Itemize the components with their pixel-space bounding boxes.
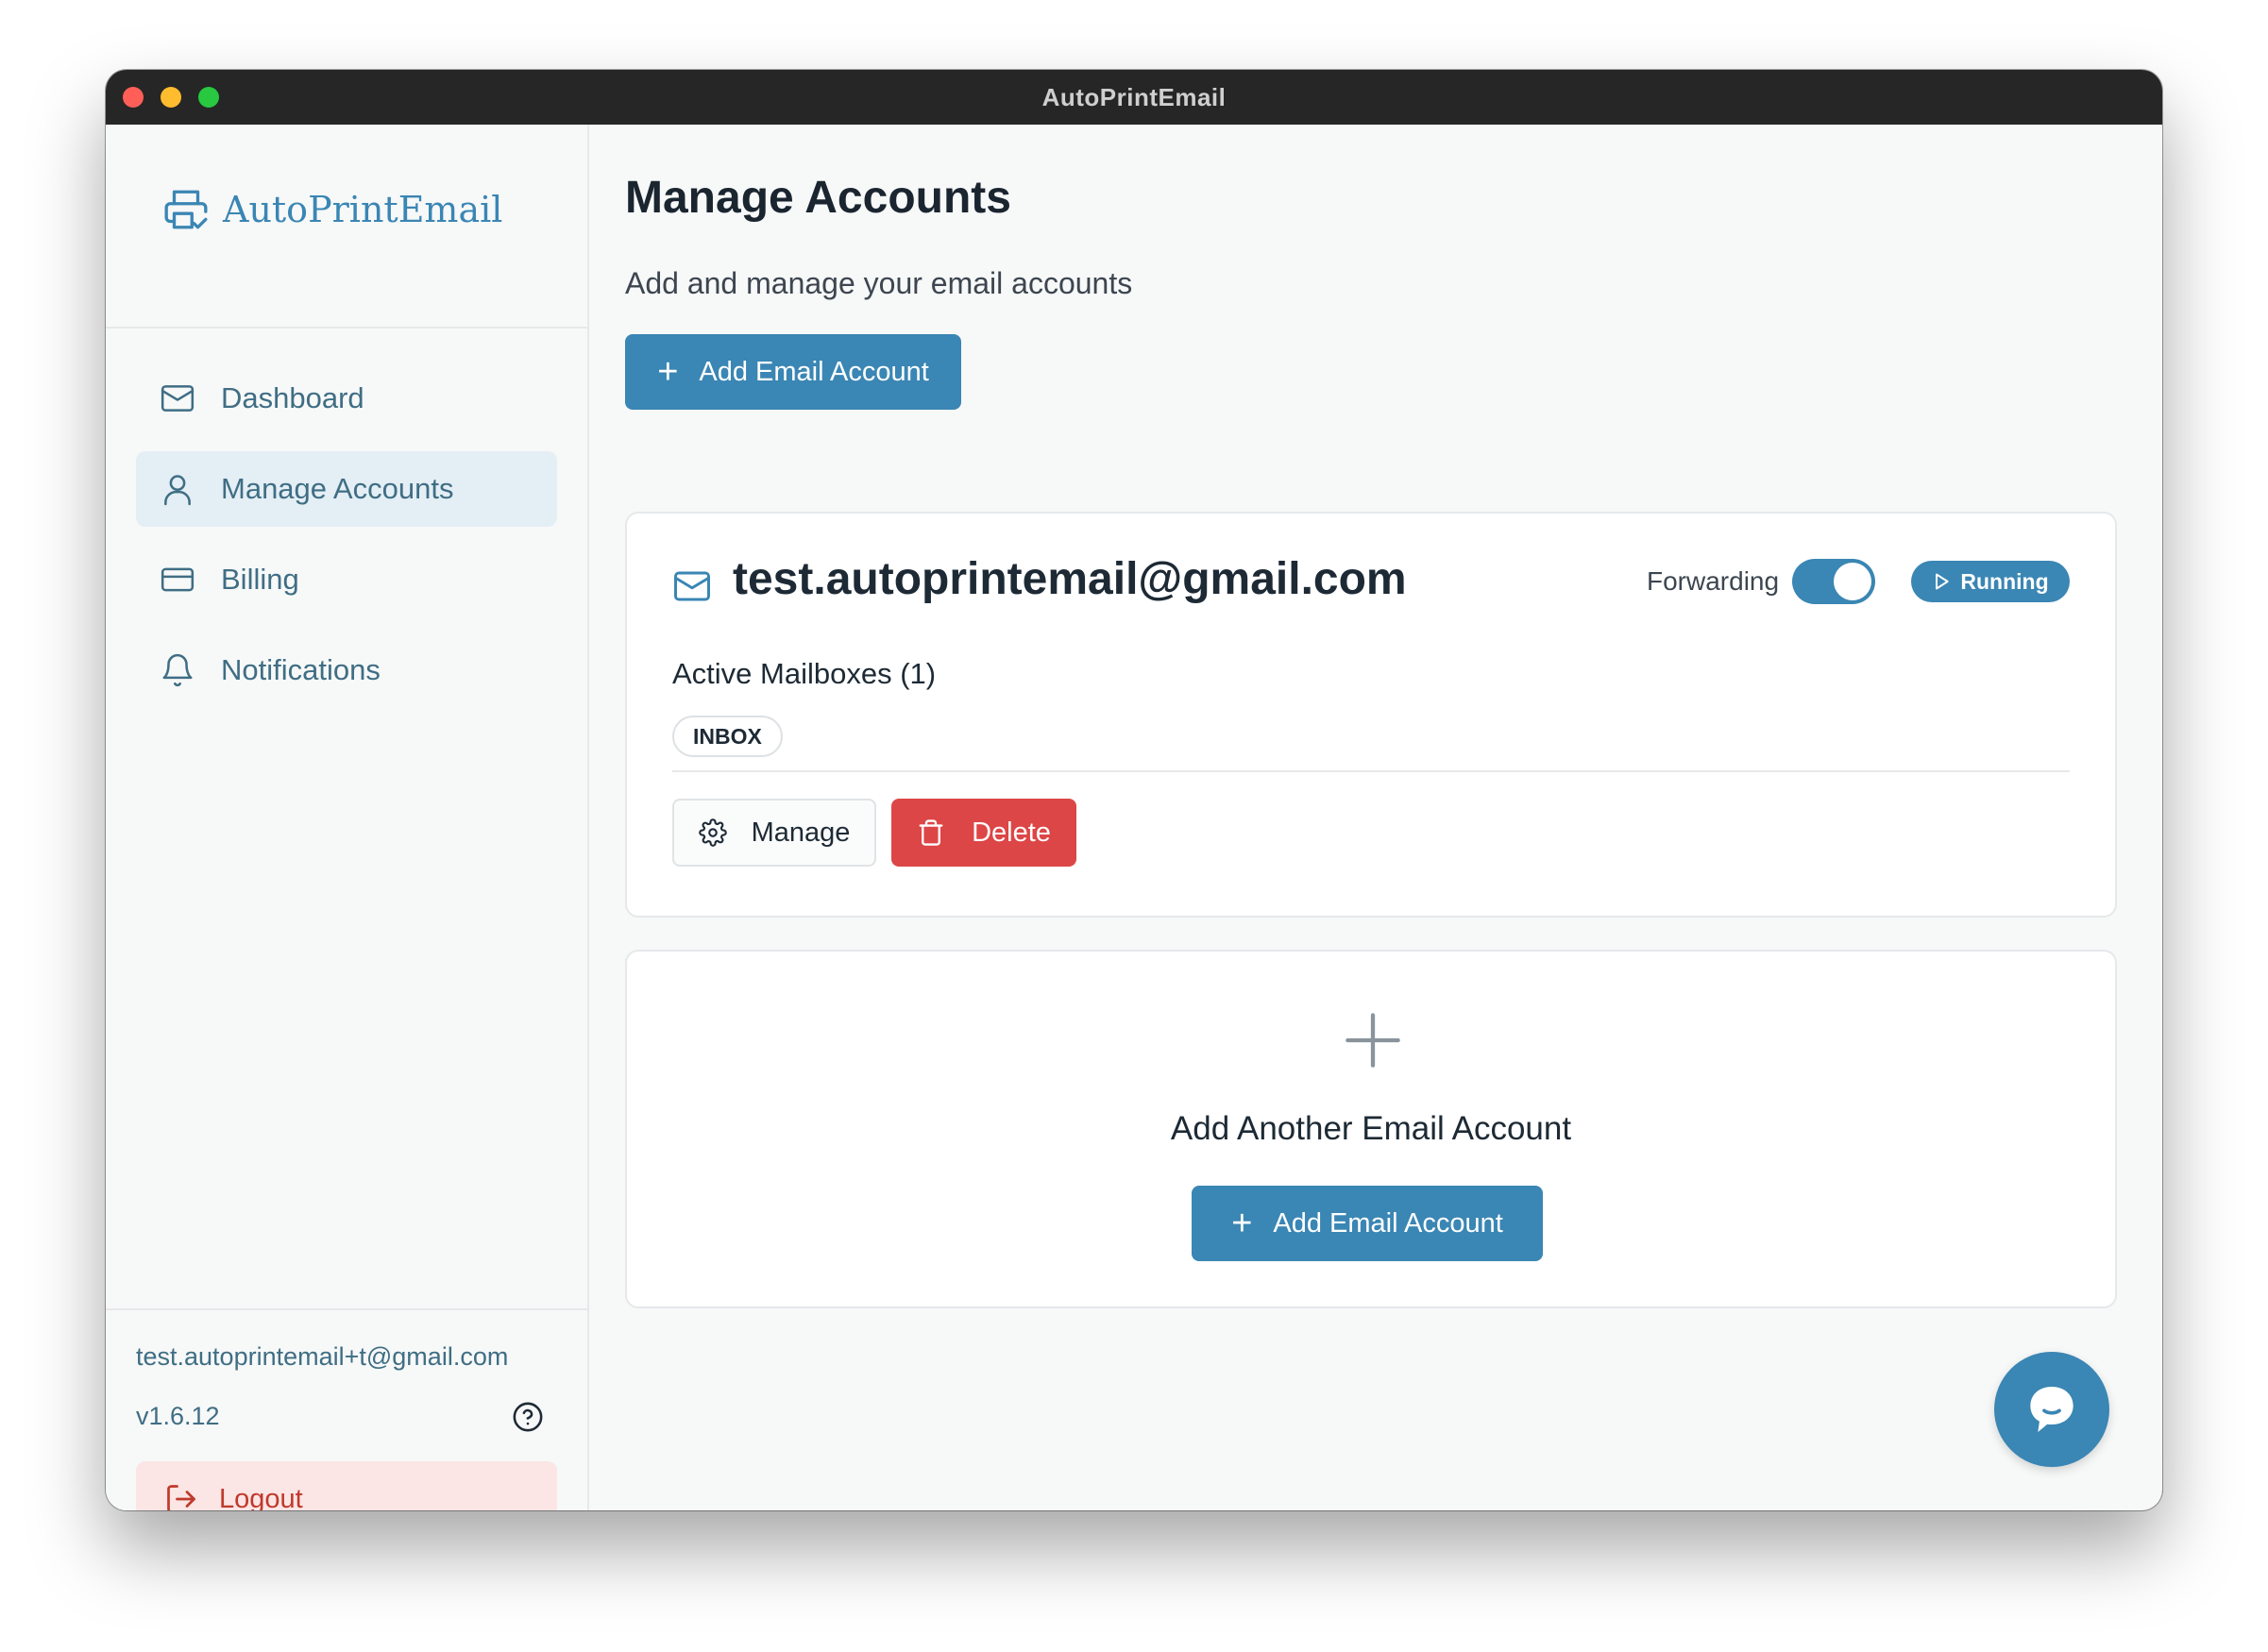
- logout-icon: [167, 1485, 195, 1510]
- help-icon[interactable]: [512, 1401, 544, 1433]
- manage-label: Manage: [751, 817, 851, 848]
- chat-support-button[interactable]: [1994, 1352, 2109, 1467]
- sidebar-item-label: Manage Accounts: [221, 472, 454, 505]
- sidebar-item-label: Notifications: [221, 653, 381, 686]
- user-icon: [159, 470, 196, 508]
- play-icon: [1936, 573, 1950, 590]
- title-bar: AutoPrintEmail: [106, 70, 2162, 125]
- mailbox-tag: INBOX: [672, 716, 783, 757]
- minimize-window-button[interactable]: [161, 87, 181, 108]
- sidebar-item-dashboard[interactable]: Dashboard: [136, 361, 557, 436]
- app-window: AutoPrintEmail AutoPrintEmail Dashboard …: [106, 70, 2162, 1510]
- plus-icon: +: [657, 352, 679, 392]
- page-subtitle: Add and manage your email accounts: [625, 266, 1133, 300]
- printer-check-icon: [164, 190, 208, 229]
- status-label: Running: [1960, 568, 2049, 594]
- account-card: test.autoprintemail@gmail.com Forwarding…: [625, 512, 2117, 918]
- gear-icon: [698, 818, 727, 847]
- trash-icon: [919, 819, 943, 846]
- sidebar-item-notifications[interactable]: Notifications: [136, 632, 557, 708]
- sidebar-divider: [106, 327, 587, 329]
- delete-button[interactable]: Delete: [891, 799, 1076, 867]
- toggle-knob: [1834, 563, 1871, 600]
- window-title: AutoPrintEmail: [1041, 82, 1227, 111]
- maximize-window-button[interactable]: [198, 87, 219, 108]
- add-another-label: Add Another Email Account: [1170, 1110, 1572, 1147]
- sidebar: AutoPrintEmail Dashboard Manage Accounts…: [106, 125, 589, 1510]
- app-version: v1.6.12: [136, 1402, 220, 1430]
- logout-label: Logout: [219, 1483, 303, 1511]
- credit-card-icon: [159, 561, 196, 598]
- forwarding-label: Forwarding: [1647, 566, 1780, 596]
- user-email: test.autoprintemail+t@gmail.com: [136, 1342, 509, 1371]
- card-divider: [672, 770, 2070, 772]
- plus-icon: +: [1231, 1204, 1253, 1243]
- add-email-account-button[interactable]: + Add Email Account: [625, 334, 961, 410]
- add-email-account-label: Add Email Account: [699, 356, 929, 387]
- brand-name: AutoPrintEmail: [223, 189, 503, 230]
- manage-button[interactable]: Manage: [672, 799, 876, 867]
- delete-label: Delete: [972, 817, 1051, 848]
- plus-icon: [1346, 1013, 1400, 1068]
- close-window-button[interactable]: [123, 87, 144, 108]
- logout-button[interactable]: Logout: [136, 1461, 557, 1510]
- forwarding-toggle[interactable]: [1792, 559, 1875, 604]
- sidebar-item-label: Dashboard: [221, 381, 364, 414]
- bell-icon: [159, 651, 196, 689]
- mail-icon: [159, 379, 196, 417]
- sidebar-footer-divider: [106, 1308, 587, 1310]
- page-title: Manage Accounts: [625, 173, 1011, 223]
- main-content: Manage Accounts Add and manage your emai…: [589, 125, 2162, 1510]
- add-account-card[interactable]: Add Another Email Account + Add Email Ac…: [625, 950, 2117, 1308]
- add-email-account-label: Add Email Account: [1273, 1207, 1503, 1239]
- sidebar-item-manage-accounts[interactable]: Manage Accounts: [136, 451, 557, 527]
- sidebar-item-label: Billing: [221, 563, 299, 596]
- mail-icon: [674, 571, 710, 601]
- sidebar-item-billing[interactable]: Billing: [136, 542, 557, 617]
- status-badge: Running: [1911, 561, 2070, 602]
- brand[interactable]: AutoPrintEmail: [162, 181, 502, 238]
- chat-icon: [2030, 1387, 2073, 1432]
- sidebar-nav: Dashboard Manage Accounts Billing Notifi…: [136, 361, 557, 723]
- active-mailboxes-label: Active Mailboxes (1): [672, 657, 937, 690]
- add-email-account-button[interactable]: + Add Email Account: [1192, 1186, 1543, 1261]
- account-email: test.autoprintemail@gmail.com: [733, 554, 1407, 604]
